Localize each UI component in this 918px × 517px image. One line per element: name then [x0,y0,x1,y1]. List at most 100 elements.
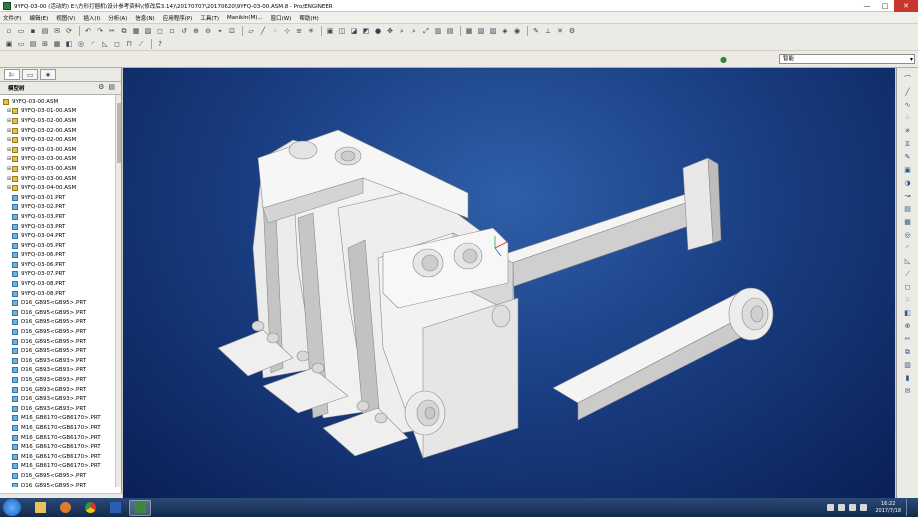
start-button-icon[interactable] [3,499,21,516]
appearance-icon[interactable]: ◈ [500,26,510,36]
open-file-icon[interactable]: ▭ [16,26,26,36]
shell-tool-icon[interactable]: ◻ [902,282,914,292]
pan-icon[interactable]: ✥ [385,26,395,36]
favorites-tab-icon[interactable]: ★ [40,69,56,80]
measure-icon[interactable]: ⟂ [543,26,553,36]
tree-subassembly-node[interactable]: ⊞ 9YFQ-03-03-00.ASM [3,145,121,155]
wireframe-icon[interactable]: ◫ [337,26,347,36]
display-style-icon[interactable]: ◉ [512,26,522,36]
tree-part-node[interactable]: D16_GB93<GB93>.PRT [3,356,121,366]
tree-part-node[interactable]: 9YFQ-03-01.PRT [3,193,121,203]
tree-part-node[interactable]: M16_GB6170<GB6170>.PRT [3,423,121,433]
flag-icon[interactable] [838,504,846,511]
undo-icon[interactable]: ↶ [83,26,93,36]
menu-manikin[interactable]: Manikin(M)... [227,15,263,21]
print-icon[interactable]: ▤ [40,26,50,36]
select-icon[interactable]: ◻ [155,26,165,36]
menu-insert[interactable]: 插入(I) [83,14,100,22]
thicken-tool-icon[interactable]: ▥ [902,360,914,370]
tree-subassembly-node[interactable]: ⊞ 9YFQ-03-02-00.ASM [3,126,121,136]
volume-icon[interactable] [860,504,868,511]
chamfer-tool-icon[interactable]: ◺ [902,256,914,266]
minimize-button[interactable]: — [858,0,876,12]
shading-icon[interactable]: ● [373,26,383,36]
offset-tool-icon[interactable]: ⧉ [902,347,914,357]
tree-part-node[interactable]: 9YFQ-03-03.PRT [3,222,121,232]
keyboard-icon[interactable] [827,504,835,511]
menu-tools[interactable]: 工具(T) [200,14,219,22]
tree-subassembly-node[interactable]: ⊞ 9YFQ-03-03-00.ASM [3,164,121,174]
tree-part-node[interactable]: M16_GB6170<GB6170>.PRT [3,462,121,472]
trim-tool-icon[interactable]: ✂ [902,334,914,344]
datum-csys-icon[interactable]: ⊹ [282,26,292,36]
pattern-icon[interactable]: ▦ [52,39,62,49]
zoom-in-icon[interactable]: ⊕ [191,26,201,36]
tree-vertical-scrollbar[interactable] [115,95,121,487]
window-cascade-icon[interactable]: ▧ [476,26,486,36]
new-file-icon[interactable]: ▫ [4,26,14,36]
sweep-tool-icon[interactable]: ↝ [902,191,914,201]
fit-icon[interactable]: ⤢ [421,26,431,36]
regenerate-icon[interactable]: ⟳ [64,26,74,36]
help-context-icon[interactable]: ? [155,39,165,49]
maximize-button[interactable]: □ [876,0,894,12]
component-tool-icon[interactable]: ▦ [902,217,914,227]
email-icon[interactable]: ✉ [52,26,62,36]
redo-icon[interactable]: ↷ [95,26,105,36]
analysis-tool-icon[interactable]: ⧖ [902,139,914,149]
tree-part-node[interactable]: 9YFQ-03-07.PRT [3,270,121,280]
mirror-icon[interactable]: ◧ [64,39,74,49]
revolve-tool-icon[interactable]: ◑ [902,178,914,188]
menu-window[interactable]: 窗口(W) [271,14,292,22]
tree-part-node[interactable]: D16_GB93<GB93>.PRT [3,394,121,404]
draft-tool-icon[interactable]: ⟋ [902,269,914,279]
show-desktop-button[interactable] [906,499,912,516]
network-icon[interactable] [849,504,857,511]
repaint-icon[interactable]: ▣ [325,26,335,36]
spin-center-icon[interactable]: ✳ [306,26,316,36]
datum-plane-icon[interactable]: ▱ [246,26,256,36]
datum-curve-tool-icon[interactable]: ∿ [902,100,914,110]
tree-part-node[interactable]: D16_GB93<GB93>.PRT [3,366,121,376]
select-box-icon[interactable]: ◽ [167,26,177,36]
hidden-line-icon[interactable]: ◪ [349,26,359,36]
tree-part-node[interactable]: D16_GB93<GB93>.PRT [3,375,121,385]
menu-file[interactable]: 文件(F) [3,14,21,22]
taskbar-proe-icon[interactable] [129,499,151,516]
paste-icon[interactable]: ▦ [131,26,141,36]
datum-plane-tool-icon[interactable]: ⌒ [902,74,914,84]
tree-part-node[interactable]: D16_GB95<GB95>.PRT [3,318,121,328]
draft-icon[interactable]: ⟋ [136,39,146,49]
menu-help[interactable]: 帮助(H) [299,14,318,22]
zoom-icon[interactable]: ⌕ [409,26,419,36]
selection-filter-select[interactable]: 智能 ▾ [779,54,915,64]
menu-edit[interactable]: 编辑(E) [29,14,48,22]
cut-icon[interactable]: ✂ [107,26,117,36]
tree-part-node[interactable]: D16_GB95<GB95>.PRT [3,337,121,347]
zoom-out-icon[interactable]: ⊖ [203,26,213,36]
menu-analysis[interactable]: 分析(A) [108,14,127,22]
round-icon[interactable]: ◜ [88,39,98,49]
close-button[interactable]: ✕ [894,0,918,12]
tree-part-node[interactable]: 9YFQ-03-05.PRT [3,241,121,251]
tree-part-node[interactable]: D16_GB95<GB95>.PRT [3,298,121,308]
blend-tool-icon[interactable]: ▤ [902,204,914,214]
datum-axis-icon[interactable]: ╱ [258,26,268,36]
annotation-icon[interactable]: ≡ [294,26,304,36]
tree-part-node[interactable]: D16_GB95<GB95>.PRT [3,327,121,337]
save-icon[interactable]: ▪ [28,26,38,36]
rib-icon[interactable]: ⊓ [124,39,134,49]
menu-applications[interactable]: 应用程序(P) [163,14,193,22]
tree-part-node[interactable]: 9YFQ-03-08.PRT [3,289,121,299]
taskbar-word-icon[interactable] [104,500,126,516]
scrollbar-thumb[interactable] [117,103,121,163]
parameters-icon[interactable]: ⚙ [567,26,577,36]
hole-icon[interactable]: ◎ [76,39,86,49]
tree-part-node[interactable]: M16_GB6170<GB6170>.PRT [3,433,121,443]
mirror-tool-icon[interactable]: ◧ [902,308,914,318]
tree-subassembly-node[interactable]: ⊞ 9YFQ-03-01-00.ASM [3,107,121,117]
merge-tool-icon[interactable]: ⊕ [902,321,914,331]
tree-part-node[interactable]: D16_GB95<GB95>.PRT [3,346,121,356]
taskbar-chrome-icon[interactable] [79,500,101,516]
tree-part-node[interactable]: 9YFQ-03-06.PRT [3,260,121,270]
